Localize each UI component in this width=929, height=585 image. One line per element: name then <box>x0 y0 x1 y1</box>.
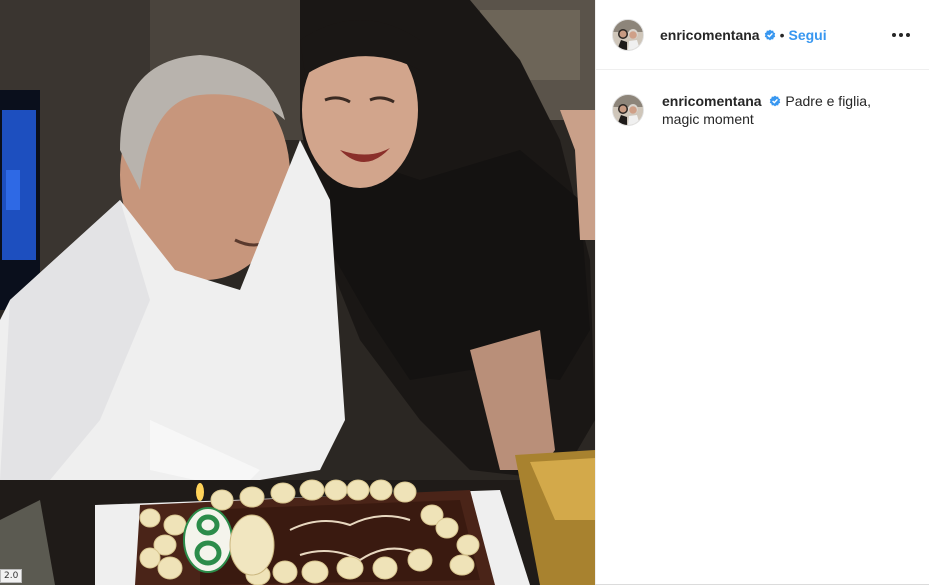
author-username[interactable]: enricomentana <box>660 27 760 43</box>
caption-comment: enricomentana Padre e figlia, magic mome… <box>596 70 929 128</box>
verified-badge-icon <box>770 95 781 107</box>
caption-text-block: enricomentana Padre e figlia, magic mome… <box>662 92 892 128</box>
caption-username[interactable]: enricomentana <box>662 93 762 109</box>
more-options-icon[interactable] <box>889 23 913 47</box>
post-sidebar: enricomentana • Segui enricomentana Padr… <box>595 0 929 584</box>
post-photo[interactable]: 2.0 <box>0 0 595 585</box>
photo-illustration <box>0 0 595 585</box>
verified-badge-icon <box>764 29 775 40</box>
instagram-post: 2.0 enricomentana • Segui enricomentana … <box>0 0 929 585</box>
caption-author-avatar[interactable] <box>612 94 644 126</box>
post-header: enricomentana • Segui <box>596 0 929 70</box>
follow-button[interactable]: Segui <box>789 27 827 43</box>
author-avatar[interactable] <box>612 18 644 51</box>
version-badge: 2.0 <box>0 569 23 583</box>
header-separator: • <box>779 26 785 43</box>
avatar-photo-icon <box>613 95 643 125</box>
avatar-photo-icon <box>613 19 643 50</box>
